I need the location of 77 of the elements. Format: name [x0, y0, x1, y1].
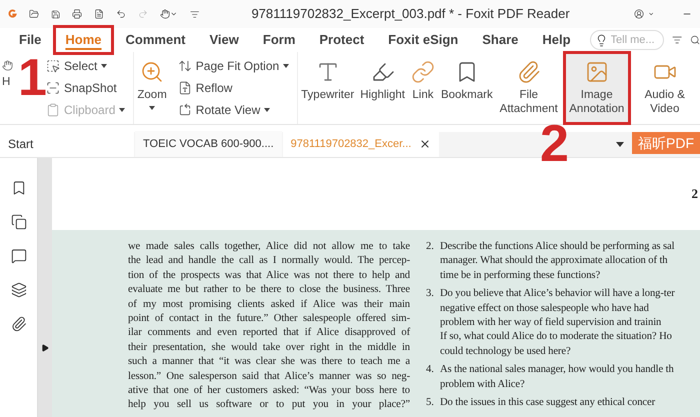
- search-field[interactable]: Tell me...: [590, 30, 664, 50]
- question-number: 5.: [426, 396, 435, 410]
- comment-icon[interactable]: [10, 248, 26, 264]
- caret-icon[interactable]: [616, 142, 624, 147]
- window-title: 9781119702832_Excerpt_003.pdf * - Foxit PDF Reader: [251, 5, 570, 24]
- body-text-line: such a manner that “it was clear she was there to teach me a: [128, 355, 410, 370]
- ribbon-button[interactable]: SnapShot: [46, 78, 126, 98]
- ribbon-button[interactable]: Zoom: [134, 52, 170, 124]
- clipboard-icon: [46, 103, 60, 117]
- snapshot-icon: [46, 81, 60, 95]
- start-tab[interactable]: Start: [0, 131, 134, 157]
- body-text-line: we made sales calls together, Alice did not allow me to take: [128, 240, 410, 254]
- question-text-line: problem with Alice?: [440, 378, 526, 392]
- menu-tab[interactable]: Form: [254, 28, 304, 52]
- menu-tab[interactable]: Protect: [310, 28, 374, 52]
- ribbon-button[interactable]: Link: [408, 52, 438, 124]
- menu-tab[interactable]: Share: [473, 28, 528, 52]
- caret-icon: [264, 108, 270, 112]
- menu-tab[interactable]: Comment: [116, 28, 194, 52]
- step-number: 1: [18, 52, 47, 104]
- body-text-line: their presentation, she would take over right in the middle in: [128, 340, 410, 355]
- image-icon: [584, 60, 609, 84]
- ribbon-button[interactable]: Rotate View: [178, 100, 290, 120]
- ribbon-button[interactable]: Typewriter: [298, 52, 358, 124]
- ribbon-button[interactable]: Image Annotation: [564, 52, 630, 124]
- question-number: 2.: [426, 240, 435, 254]
- question-text-line: If so, what could Alice do to moderate the situation? Ho: [440, 330, 673, 344]
- rotate-icon: [178, 103, 192, 117]
- body-text-line: point of contact in the future.” Other salespeople offered sim-: [128, 312, 410, 326]
- question-number: 3.: [426, 287, 435, 302]
- attachment-icon[interactable]: [10, 316, 26, 332]
- ribbon-button[interactable]: Select: [46, 56, 126, 76]
- layers-icon[interactable]: [10, 282, 26, 298]
- question-text-line: As the national sales manager, how would you handle th: [440, 363, 675, 378]
- caret-icon: [149, 106, 156, 110]
- question-text-line: negative effect on those salespeople who have had: [440, 302, 650, 316]
- ribbon-button[interactable]: H: [2, 52, 14, 124]
- select-icon: [46, 59, 60, 73]
- menu-tab[interactable]: Help: [533, 28, 580, 52]
- body-text-line: tion of the prospects was that Alice was not there to help and: [128, 268, 410, 283]
- page-number: 2: [692, 185, 698, 204]
- search-icon[interactable]: [690, 33, 700, 47]
- close-icon[interactable]: [419, 138, 432, 150]
- menu-tab[interactable]: View: [200, 28, 248, 52]
- document-tab[interactable]: TOEIC VOCAB 600-900....: [135, 131, 282, 157]
- attachment-icon: [516, 60, 541, 84]
- question-text-line: time be in performing these functions?: [440, 268, 602, 283]
- question-text-line: problem with her way of field supervision and trainin: [440, 316, 662, 330]
- zoom-icon: [140, 60, 164, 84]
- link-icon: [410, 60, 435, 84]
- question-text-line: Do the issues in this case suggest any ethical concer: [440, 396, 656, 410]
- question-text-line: could technology be used here?: [440, 344, 572, 359]
- body-text-line: the lead and handle the call as I normally would. The percep-: [128, 254, 410, 268]
- ribbon-button[interactable]: Bookmark: [438, 52, 496, 124]
- body-text-line: help you sell us software or to put you in your place?”: [128, 398, 410, 412]
- question-text-line: Describe the functions Alice should be performing as sal: [440, 240, 676, 254]
- body-text-line: ative that one of her customers asked: “Was your boss here to: [128, 384, 410, 398]
- caret-icon: [283, 64, 290, 68]
- ribbon-button[interactable]: Highlight: [357, 52, 408, 124]
- body-text-line: evaluate me but rather to be there to close the business. Three: [128, 283, 410, 298]
- hand-icon: [2, 60, 13, 71]
- ribbon-button[interactable]: Reflow: [178, 78, 290, 98]
- ribbon-button[interactable]: Audio & Video: [632, 52, 698, 124]
- caret-icon: [119, 108, 126, 112]
- question-number: 4.: [426, 363, 435, 378]
- caret-icon: [101, 64, 108, 68]
- body-text-line: ilar comments and even reported that if Alice disapproved of: [128, 326, 410, 340]
- menu-tab[interactable]: File: [10, 28, 50, 52]
- question-text-line: manager. What should the approximate allocation of th: [440, 254, 668, 268]
- menu-tab[interactable]: Foxit eSign: [379, 28, 468, 52]
- expand-panel-icon[interactable]: [41, 344, 49, 352]
- body-text-line: lesson.” One salesperson said that Alice’s manner was so neg-: [128, 370, 410, 384]
- body-text-line: of my most promising clients asked if Alice was their main: [128, 298, 410, 312]
- brand-badge: 福昕PDF: [632, 132, 700, 154]
- pages-icon[interactable]: [10, 214, 26, 230]
- ribbon-button[interactable]: Page Fit Option: [178, 56, 290, 76]
- question-text-line: Do you believe that Alice’s behavior will have a long-ter: [440, 287, 676, 302]
